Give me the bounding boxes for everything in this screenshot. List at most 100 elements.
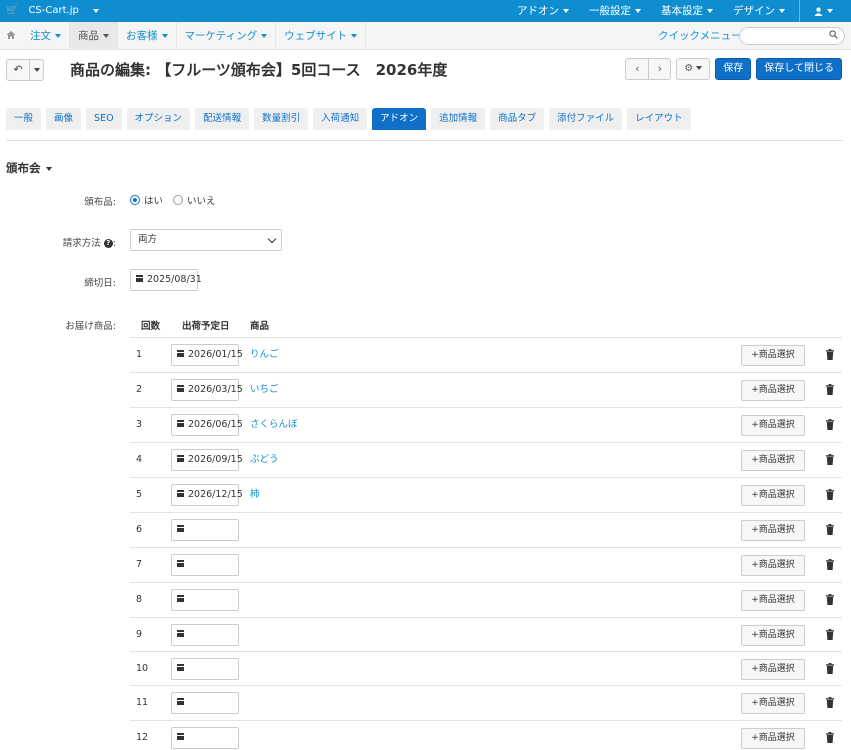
trash-icon[interactable]	[826, 594, 834, 605]
row-number: 10	[136, 663, 149, 674]
user-menu[interactable]	[804, 0, 843, 22]
select-product-button[interactable]: +商品選択	[741, 625, 805, 646]
quick-menu-link[interactable]: クイックメニュー	[658, 22, 742, 50]
nav-website[interactable]: ウェブサイト	[276, 22, 367, 50]
tab-bar: 一般 画像 SEO オプション 配送情報 数量割引 入荷通知 アドオン 追加情報…	[6, 108, 691, 130]
product-link[interactable]: ぶどう	[250, 443, 279, 477]
trash-icon[interactable]	[826, 663, 834, 674]
settings-dropdown[interactable]: ⚙	[676, 58, 711, 80]
ship-date-field[interactable]: 2026/03/15	[171, 379, 243, 401]
radio-yes-label[interactable]: はい	[144, 193, 163, 207]
tab-quantity-discounts[interactable]: 数量割引	[254, 108, 309, 130]
nav-orders[interactable]: 注文	[22, 22, 70, 50]
row-number: 1	[136, 349, 143, 360]
ship-date-field[interactable]: 2026/09/15	[171, 449, 243, 471]
search-icon[interactable]	[829, 30, 838, 39]
select-product-button[interactable]: +商品選択	[741, 590, 805, 611]
tab-product-tabs[interactable]: 商品タブ	[490, 108, 545, 130]
home-icon[interactable]	[0, 30, 22, 43]
row-number: 5	[136, 489, 143, 500]
select-product-button[interactable]: +商品選択	[741, 659, 805, 680]
ship-date-field[interactable]: 2026/06/15	[171, 414, 243, 436]
select-product-button[interactable]: +商品選択	[741, 345, 805, 366]
ship-date-field[interactable]: 2026/01/15	[171, 344, 243, 366]
section-title[interactable]: 頒布会	[6, 160, 52, 176]
product-link[interactable]: さくらんぼ	[250, 408, 298, 442]
tab-layout[interactable]: レイアウト	[627, 108, 691, 130]
select-product-button[interactable]: +商品選択	[741, 555, 805, 576]
radio-no-label[interactable]: いいえ	[187, 193, 216, 207]
ship-date-field[interactable]	[171, 658, 239, 680]
calendar-icon	[177, 420, 184, 427]
gear-icon: ⚙	[684, 63, 694, 74]
select-product-button[interactable]: +商品選択	[741, 450, 805, 471]
ship-date-field[interactable]	[171, 519, 239, 541]
nav-marketing[interactable]: マーケティング	[177, 22, 277, 50]
tab-stock-notify[interactable]: 入荷通知	[313, 108, 368, 130]
trash-icon[interactable]	[826, 629, 834, 640]
trash-icon[interactable]	[826, 697, 834, 708]
product-link[interactable]: 柿	[250, 478, 260, 512]
trash-icon[interactable]	[826, 524, 834, 535]
billing-method-select[interactable]: 両方	[130, 229, 282, 251]
select-product-button[interactable]: +商品選択	[741, 380, 805, 401]
plus-icon: +	[751, 385, 759, 395]
nav-customers[interactable]: お客様	[118, 22, 177, 50]
tab-addons[interactable]: アドオン	[372, 108, 427, 130]
row-number: 6	[136, 524, 143, 535]
ship-date-field[interactable]: 2026/12/15	[171, 484, 243, 506]
back-dropdown[interactable]	[29, 60, 43, 80]
trash-icon[interactable]	[826, 732, 834, 743]
select-product-button[interactable]: +商品選択	[741, 693, 805, 714]
chevron-down-icon	[33, 68, 40, 72]
select-product-button[interactable]: +商品選択	[741, 728, 805, 749]
tab-shipping[interactable]: 配送情報	[195, 108, 250, 130]
topmenu-addons[interactable]: アドオン	[507, 0, 579, 22]
topmenu-design[interactable]: デザイン	[723, 0, 795, 22]
search-input[interactable]	[739, 27, 845, 45]
back-icon[interactable]: ↶	[7, 60, 29, 80]
save-button[interactable]: 保存	[715, 58, 752, 80]
trash-icon[interactable]	[826, 489, 834, 500]
calendar-icon	[136, 275, 143, 282]
chevron-right-icon[interactable]: ›	[648, 59, 670, 79]
product-link[interactable]: りんご	[250, 338, 279, 372]
trash-icon[interactable]	[826, 419, 834, 430]
topmenu-general-settings[interactable]: 一般設定	[579, 0, 651, 22]
trash-icon[interactable]	[826, 559, 834, 570]
product-link[interactable]: いちご	[250, 373, 279, 407]
deadline-date-field[interactable]: 2025/08/31	[130, 269, 202, 291]
tab-options[interactable]: オプション	[126, 108, 191, 130]
user-icon	[814, 7, 823, 16]
ship-date-field[interactable]	[171, 554, 239, 576]
brand[interactable]: 🛒 CS-Cart.jp	[6, 0, 99, 22]
ship-date-field[interactable]	[171, 589, 239, 611]
row-number: 2	[136, 384, 143, 395]
save-and-close-button[interactable]: 保存して閉じる	[756, 58, 842, 80]
ship-date-field[interactable]	[171, 727, 239, 749]
tab-seo[interactable]: SEO	[86, 108, 122, 130]
trash-icon[interactable]	[826, 384, 834, 395]
calendar-icon	[177, 698, 184, 705]
trash-icon[interactable]	[826, 349, 834, 360]
select-product-button[interactable]: +商品選択	[741, 415, 805, 436]
tab-extra-info[interactable]: 追加情報	[431, 108, 486, 130]
ship-date-field[interactable]	[171, 624, 239, 646]
chevron-left-icon[interactable]: ‹	[626, 59, 648, 79]
help-icon[interactable]: ?	[103, 239, 113, 248]
radio-yes[interactable]	[130, 195, 140, 205]
select-product-button[interactable]: +商品選択	[741, 520, 805, 541]
nav-products[interactable]: 商品	[70, 22, 118, 50]
plus-icon: +	[751, 733, 759, 743]
trash-icon[interactable]	[826, 454, 834, 465]
plus-icon: +	[751, 525, 759, 535]
deadline-label: 締切日:	[84, 278, 116, 289]
select-product-button[interactable]: +商品選択	[741, 485, 805, 506]
ship-date-field[interactable]	[171, 692, 239, 714]
radio-no[interactable]	[173, 195, 184, 205]
topmenu-basic-settings[interactable]: 基本設定	[651, 0, 723, 22]
tab-general[interactable]: 一般	[6, 108, 42, 130]
tab-images[interactable]: 画像	[46, 108, 82, 130]
row-number: 4	[136, 454, 143, 465]
tab-attachments[interactable]: 添付ファイル	[549, 108, 623, 130]
